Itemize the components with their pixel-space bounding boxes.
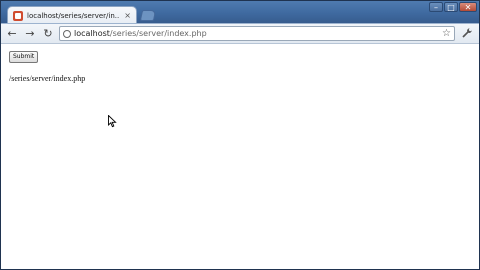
tab-title: localhost/series/server/in... <box>27 11 121 20</box>
maximize-button[interactable]: □ <box>444 2 458 12</box>
close-window-button[interactable]: ✕ <box>459 2 477 12</box>
window-controls: – □ ✕ <box>429 2 477 12</box>
url-host: localhost <box>74 29 110 38</box>
page-info-icon[interactable] <box>63 29 71 38</box>
favicon-icon <box>13 10 23 21</box>
page-content: Submit /series/server/index.php <box>1 43 479 269</box>
tab-active[interactable]: localhost/series/server/in... × <box>7 6 137 24</box>
back-arrow-icon[interactable]: ← <box>5 27 19 41</box>
tab-close-icon[interactable]: × <box>124 11 131 20</box>
browser-window: localhost/series/server/in... × – □ ✕ ← … <box>0 0 480 270</box>
url-path: /series/server/index.php <box>109 29 207 38</box>
forward-arrow-icon[interactable]: → <box>23 27 37 41</box>
minimize-button[interactable]: – <box>429 2 443 12</box>
cursor-graphic <box>108 115 117 128</box>
submit-button[interactable]: Submit <box>9 51 39 63</box>
bookmark-star-icon[interactable]: ☆ <box>442 28 451 39</box>
new-tab-button[interactable] <box>139 10 157 21</box>
url-text[interactable]: localhost/series/server/index.php <box>74 29 439 38</box>
title-bar: localhost/series/server/in... × – □ ✕ <box>1 1 479 24</box>
wrench-icon-graphic <box>462 27 472 38</box>
address-bar[interactable]: localhost/series/server/index.php ☆ <box>59 26 455 41</box>
browser-toolbar: ← → ↻ localhost/series/server/index.php … <box>1 23 479 43</box>
path-output-text: /series/server/index.php <box>9 74 86 83</box>
wrench-icon[interactable] <box>459 27 475 41</box>
reload-icon[interactable]: ↻ <box>41 27 55 41</box>
